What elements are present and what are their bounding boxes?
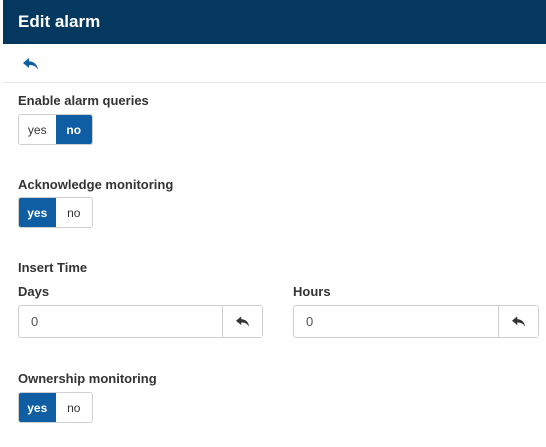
dialog-title: Edit alarm [18, 12, 101, 31]
ownership-monitoring-yes-option[interactable]: yes [19, 393, 56, 422]
hours-field-group [293, 305, 539, 338]
acknowledge-monitoring-toggle: yes no [18, 197, 93, 228]
dialog-toolbar [3, 44, 546, 83]
enable-alarm-queries-toggle: yes no [18, 114, 93, 145]
hours-reset-button[interactable] [498, 306, 538, 337]
back-button[interactable] [20, 54, 42, 74]
acknowledge-monitoring-label: Acknowledge monitoring [18, 177, 174, 192]
acknowledge-monitoring-yes-option[interactable]: yes [19, 198, 56, 227]
hours-label: Hours [293, 284, 331, 299]
enable-alarm-queries-no-option[interactable]: no [55, 115, 92, 144]
hours-input[interactable] [294, 306, 498, 337]
enable-alarm-queries-label: Enable alarm queries [18, 93, 149, 108]
ownership-monitoring-toggle: yes no [18, 392, 93, 423]
undo-arrow-icon [235, 315, 249, 327]
undo-arrow-icon [23, 57, 38, 70]
ownership-monitoring-label: Ownership monitoring [18, 371, 157, 386]
days-label: Days [18, 284, 50, 299]
ownership-monitoring-no-option[interactable]: no [56, 393, 93, 422]
days-reset-button[interactable] [222, 306, 262, 337]
undo-arrow-icon [511, 315, 525, 327]
edit-alarm-dialog: Edit alarm Enable alarm queries yes no A… [3, 0, 546, 447]
dialog-header: Edit alarm [3, 0, 546, 44]
acknowledge-monitoring-no-option[interactable]: no [56, 198, 93, 227]
days-field-group [18, 305, 263, 338]
insert-time-label: Insert Time [18, 260, 88, 275]
enable-alarm-queries-yes-option[interactable]: yes [19, 115, 56, 144]
days-input[interactable] [19, 306, 222, 337]
